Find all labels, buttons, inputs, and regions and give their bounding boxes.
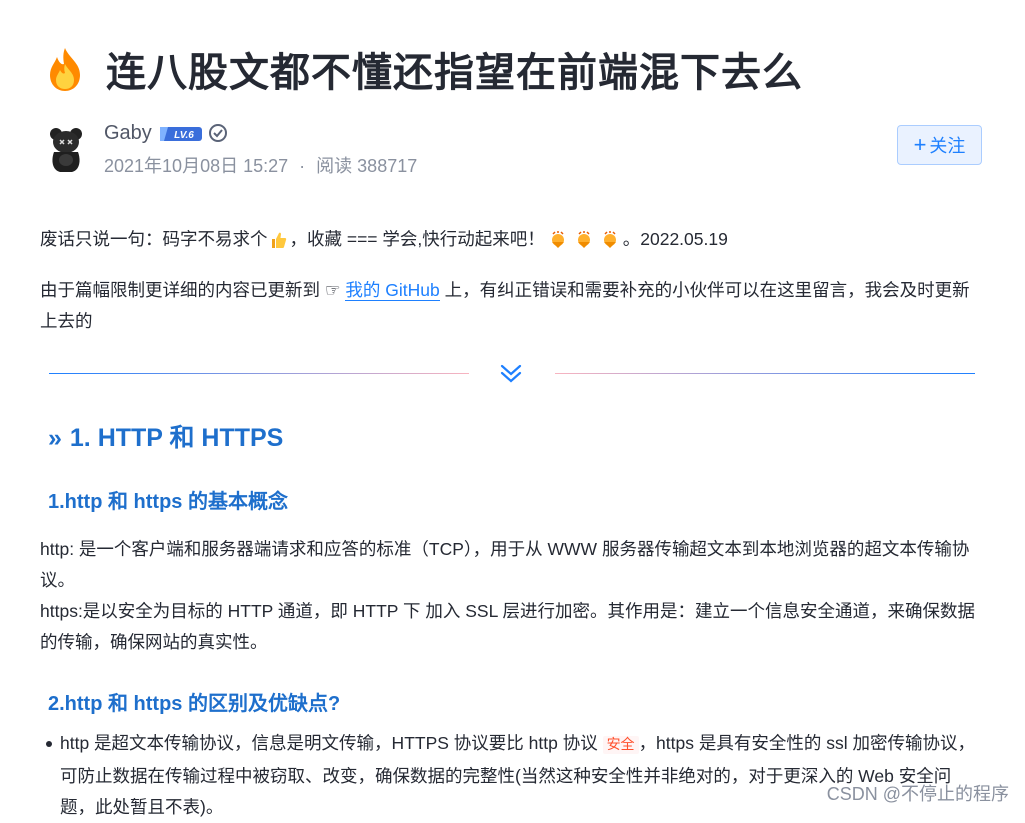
fire-icon [50,48,80,91]
read-count: 阅读 388717 [316,156,418,176]
level-text: LV.6 [174,130,194,141]
article-meta: 2021年10月08日 15:27 · 阅读 388717 [104,152,417,178]
inline-code: 安全 [602,736,639,754]
section-divider [49,362,975,386]
intro-line-2: 由于篇幅限制更详细的内容已更新到 ☞ 我的 GitHub 上，有纠正错误和需要补… [40,275,980,337]
intro-line-2-a: 由于篇幅限制更详细的内容已更新到 ☞ [40,280,346,300]
celebrate-icon [551,230,564,248]
article-title: 连八股文都不懂还指望在前端混下去么 [106,51,803,95]
divider-line-left [49,373,469,374]
avatar[interactable] [46,126,86,174]
article-intro: 废话只说一句：码字不易求个 ，收藏 === 学会,快行动起来吧！ 。2022.0… [40,224,980,337]
celebrate-icon [603,230,616,248]
http-description: http: 是一个客户端和服务器端请求和应答的标准（TCP），用于从 WWW 服… [40,534,980,658]
follow-button[interactable]: + 关注 [897,125,982,165]
heading-arrow: » [48,424,62,452]
follow-button-label: 关注 [929,136,966,156]
subheading-basic-concepts: 1.http 和 https 的基本概念 [48,491,288,513]
subheading-differences: 2.http 和 https 的区别及优缺点? [48,693,341,715]
celebrate-icon [577,230,590,248]
verified-icon [209,124,227,142]
publish-date: 2021年10月08日 15:27 [104,156,289,176]
plus-icon: + [913,132,927,157]
intro-line-1: 废话只说一句：码字不易求个 ，收藏 === 学会,快行动起来吧！ 。2022.0… [40,224,980,255]
thumbs-up-icon [271,232,286,248]
para-https: https:是以安全为目标的 HTTP 通道，即 HTTP 下 加入 SSL 层… [40,601,976,652]
level-badge-icon: LV.6 [160,127,202,141]
list-item: http 是超文本传输协议，信息是明文传输，HTTPS 协议要比 http 协议… [46,728,980,823]
author-info: Gaby LV.6 2021年10月08日 15:27 · 阅读 388717 … [46,122,984,182]
heading-text: 1. HTTP 和 HTTPS [69,424,284,452]
watermark: CSDN @不停止的程序 [826,784,1009,804]
section-heading-1: » 1. HTTP 和 HTTPS [48,418,283,454]
article-title-row: 连八股文都不懂还指望在前端混下去么 [46,40,803,98]
intro-text-b: ，收藏 === 学会,快行动起来吧！ [289,229,545,249]
para-http: http: 是一个客户端和服务器端请求和应答的标准（TCP），用于从 WWW 服… [40,539,970,590]
bullet-text-a: http 是超文本传输协议，信息是明文传输，HTTPS 协议要比 http 协议 [60,733,603,753]
intro-text-a: 废话只说一句：码字不易求个 [40,229,268,249]
divider-line-right [555,373,975,374]
meta-separator: · [299,156,306,176]
author-name[interactable]: Gaby [104,122,152,145]
double-chevron-down-icon [500,364,522,383]
intro-text-c: 。2022.05.19 [622,229,728,249]
github-link[interactable]: 我的 GitHub [345,280,440,301]
